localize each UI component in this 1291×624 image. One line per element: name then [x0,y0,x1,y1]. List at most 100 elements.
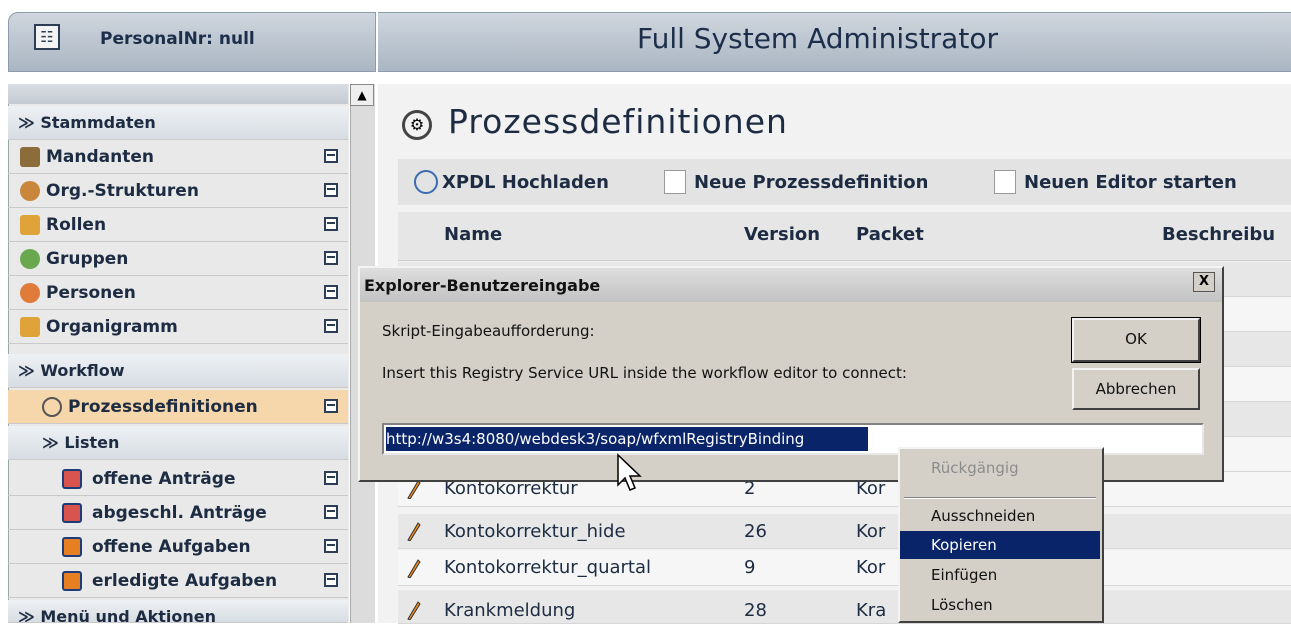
open-window-icon[interactable] [324,399,338,413]
page-title: Prozessdefinitionen [448,102,788,141]
cell-version: 26 [744,521,767,542]
collapse-chevron-icon: ≫ [42,433,59,452]
clients-icon [20,147,40,167]
sidebar-item-label: offene Anträge [92,469,236,489]
ok-button[interactable]: OK [1071,317,1201,363]
sidebar-item-organigramm[interactable]: Organigramm [8,310,348,344]
open-window-icon[interactable] [324,285,338,299]
xpdl-upload-button[interactable]: XPDL Hochladen [442,172,609,193]
menu-item-delete[interactable]: Löschen [900,591,1100,619]
column-header-description[interactable]: Beschreibu [1162,224,1275,245]
org-chart-icon [20,317,40,337]
sidebar-item-offene-aufgaben[interactable]: offene Aufgaben [8,530,348,564]
sidebar-item-abgeschl-antraege[interactable]: abgeschl. Anträge [8,496,348,530]
sidebar-section-label: ≫ Listen [42,433,120,452]
cancel-button[interactable]: Abbrechen [1072,368,1200,410]
dialog-message: Insert this Registry Service URL inside … [382,364,907,382]
task-check-icon [62,537,82,557]
gear-icon [42,397,62,417]
groups-icon [20,249,40,269]
sidebar-top-strip [8,84,348,104]
menu-separator [904,497,1096,499]
sidebar-item-label: Personen [46,283,136,303]
pencil-edit-icon[interactable] [405,558,421,578]
app-logo-icon[interactable]: ☷ [34,24,60,50]
open-window-icon[interactable] [324,217,338,231]
sidebar-item-erledigte-aufgaben[interactable]: erledigte Aufgaben [8,564,348,598]
cell-name: Krankmeldung [444,600,576,621]
menu-item-paste[interactable]: Einfügen [900,561,1100,589]
sidebar-item-label: Mandanten [46,147,154,167]
sidebar-item-gruppen[interactable]: Gruppen [8,242,348,276]
column-header-name[interactable]: Name [444,224,502,245]
pencil-edit-icon[interactable] [405,521,421,541]
start-new-editor-button[interactable]: Neuen Editor starten [1024,172,1237,193]
sidebar-item-label: erledigte Aufgaben [92,571,278,591]
open-window-icon[interactable] [324,573,338,587]
collapse-chevron-icon: ≫ [18,607,35,623]
dialog-title: Explorer-Benutzereingabe [364,276,601,295]
cell-packet: Kor [856,521,886,542]
collapse-chevron-icon: ≫ [18,361,35,380]
new-document-icon[interactable] [664,170,686,194]
alert-icon [62,503,82,523]
cell-version: 28 [744,600,767,621]
sidebar-section-label: ≫ Workflow [18,361,125,380]
open-window-icon[interactable] [324,251,338,265]
personal-number-label: PersonalNr: null [100,29,255,49]
sidebar-section-workflow[interactable]: ≫ Workflow [8,354,348,388]
sidebar-item-org-strukturen[interactable]: Org.-Strukturen [8,174,348,208]
open-window-icon[interactable] [324,319,338,333]
pencil-edit-icon[interactable] [405,479,421,499]
collapse-chevron-icon: ≫ [18,113,35,132]
new-process-definition-button[interactable]: Neue Prozessdefinition [694,172,928,193]
new-document-icon[interactable] [994,170,1016,194]
upload-gear-icon[interactable] [414,170,438,194]
open-window-icon[interactable] [324,505,338,519]
sidebar-section-listen[interactable]: ≫ Listen [8,426,348,460]
sidebar-item-label: Organigramm [46,317,178,337]
scroll-up-arrow-icon[interactable]: ▲ [350,84,374,106]
open-window-icon[interactable] [324,149,338,163]
cell-name: Kontokorrektur_quartal [444,557,651,578]
mouse-cursor-icon [617,453,642,491]
close-icon[interactable]: X [1193,272,1215,292]
open-window-icon[interactable] [324,183,338,197]
menu-item-copy[interactable]: Kopieren [900,531,1100,559]
cell-name: Kontokorrektur_hide [444,521,626,542]
pencil-edit-icon[interactable] [405,600,421,620]
sidebar-section-stammdaten[interactable]: ≫ Stammdaten [8,106,348,140]
alert-icon [62,469,82,489]
sidebar-item-offene-antraege[interactable]: offene Anträge [8,462,348,496]
menu-item-cut[interactable]: Ausschneiden [900,502,1100,530]
sidebar-item-label: offene Aufgaben [92,537,251,557]
sidebar-item-mandanten[interactable]: Mandanten [8,140,348,174]
dialog-prompt-label: Skript-Eingabeaufforderung: [382,322,595,340]
menu-item-undo: Rückgängig [931,459,1019,477]
sidebar-section-label: ≫ Stammdaten [18,113,156,132]
sidebar-item-label: Gruppen [46,249,129,269]
table-header [398,212,1291,261]
open-window-icon[interactable] [324,471,338,485]
sidebar-item-label: abgeschl. Anträge [92,503,267,523]
open-window-icon[interactable] [324,539,338,553]
column-header-packet[interactable]: Packet [856,224,924,245]
persons-icon [20,283,40,303]
sidebar-item-personen[interactable]: Personen [8,276,348,310]
page-header-title: Full System Administrator [637,22,998,55]
sidebar-section-label: ≫ Menü und Aktionen [18,607,216,623]
sidebar-item-prozessdefinitionen[interactable]: Prozessdefinitionen [8,390,348,424]
sidebar-section-menue[interactable]: ≫ Menü und Aktionen [8,600,348,623]
sidebar-item-label: Rollen [46,215,107,235]
cell-packet: Kra [856,600,887,621]
roles-icon [20,215,40,235]
org-structure-icon [20,181,40,201]
sidebar-item-label: Org.-Strukturen [46,181,199,201]
sidebar-item-rollen[interactable]: Rollen [8,208,348,242]
column-header-version[interactable]: Version [744,224,820,245]
cell-version: 9 [744,557,756,578]
cell-packet: Kor [856,557,886,578]
task-check-icon [62,571,82,591]
sidebar-item-label: Prozessdefinitionen [68,397,258,417]
gear-icon: ⚙ [402,110,432,140]
